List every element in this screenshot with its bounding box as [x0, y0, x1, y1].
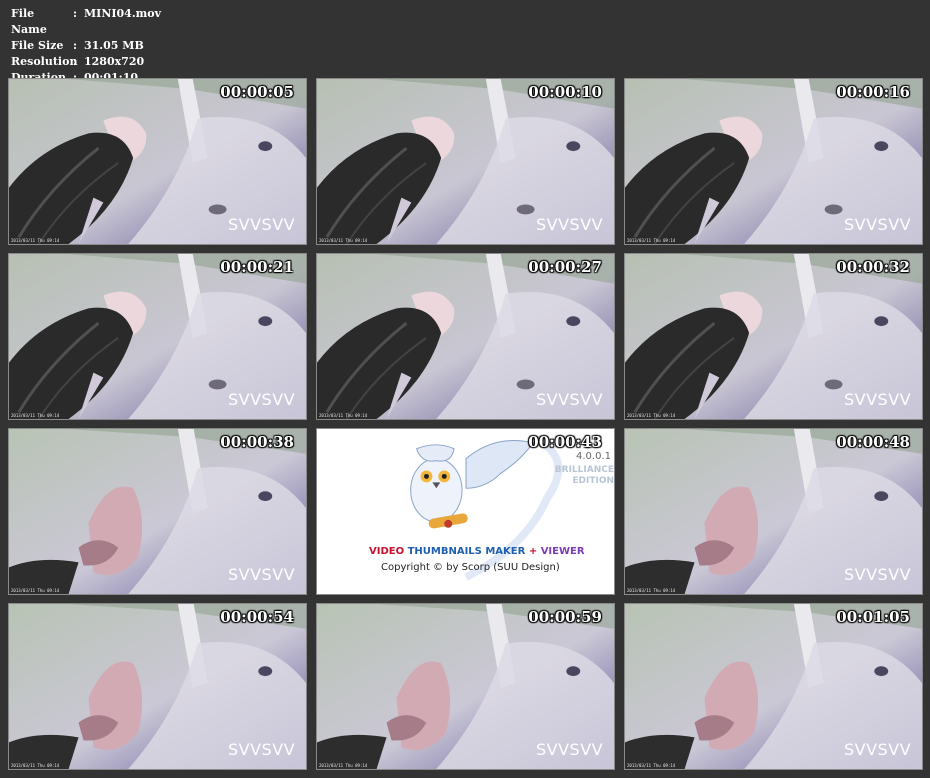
- file-size-label: File Size: [11, 39, 64, 52]
- timestamp-label: 00:00:48: [836, 433, 910, 451]
- watermark-text: SVVSVV: [536, 215, 604, 234]
- timestamp-label: 00:00:05: [220, 83, 294, 101]
- frame-date-stamp: 2013/03/11 Thu 09:14: [11, 763, 60, 768]
- separator: :: [73, 55, 78, 68]
- frame-date-stamp: 2013/03/11 Thu 09:14: [627, 588, 676, 593]
- separator: :: [73, 7, 78, 20]
- video-thumbnail: 00:00:16 SVVSVV 2013/03/11 Thu 09:14: [624, 78, 923, 245]
- watermark-text: SVVSVV: [228, 390, 296, 409]
- frame-date-stamp: 2013/03/11 Thu 09:14: [11, 413, 60, 418]
- resolution-row: Resolution : 1280x720: [11, 54, 161, 70]
- video-thumbnail: 00:00:21 SVVSVV 2013/03/11 Thu 09:14: [8, 253, 307, 420]
- copyright-text: Copyright © by Scorp (SUU Design): [381, 562, 560, 573]
- product-word-thumbnails-maker: THUMBNAILS MAKER: [407, 546, 526, 557]
- watermark-text: SVVSVV: [844, 390, 912, 409]
- frame-date-stamp: 2013/03/11 Thu 09:14: [627, 763, 676, 768]
- timestamp-label: 00:00:54: [220, 608, 294, 626]
- video-thumbnail: 00:00:38 SVVSVV 2013/03/11 Thu 09:14: [8, 428, 307, 595]
- video-thumbnail: 00:01:05 SVVSVV 2013/03/11 Thu 09:14: [624, 603, 923, 770]
- resolution-label: Resolution: [11, 55, 78, 68]
- product-plus: +: [528, 546, 538, 557]
- video-thumbnail: 00:00:59 SVVSVV 2013/03/11 Thu 09:14: [316, 603, 615, 770]
- timestamp-label: 00:01:05: [836, 608, 910, 626]
- watermark-text: SVVSVV: [228, 215, 296, 234]
- timestamp-label: 00:00:43: [528, 433, 602, 451]
- frame-date-stamp: 2013/03/11 Thu 09:14: [627, 238, 676, 243]
- frame-date-stamp: 2013/03/11 Thu 09:14: [319, 763, 368, 768]
- timestamp-label: 00:00:38: [220, 433, 294, 451]
- edition-line-1: BRILLIANCE: [554, 465, 614, 475]
- edition-label: BRILLIANCE EDITION: [544, 465, 614, 487]
- edition-line-2: EDITION: [572, 476, 614, 486]
- watermark-text: SVVSVV: [536, 390, 604, 409]
- video-thumbnail: 00:00:32 SVVSVV 2013/03/11 Thu 09:14: [624, 253, 923, 420]
- version-label: 4.0.0.1: [576, 451, 611, 462]
- frame-date-stamp: 2013/03/11 Thu 09:14: [11, 238, 60, 243]
- watermark-text: SVVSVV: [844, 215, 912, 234]
- timestamp-label: 00:00:16: [836, 83, 910, 101]
- product-name: VIDEO THUMBNAILS MAKER + VIEWER: [369, 546, 585, 557]
- file-size-value: 31.05 MB: [84, 39, 144, 52]
- frame-date-stamp: 2013/03/11 Thu 09:14: [319, 238, 368, 243]
- file-name-row: File Name : MINI04.mov: [11, 6, 161, 38]
- product-word-video: VIDEO: [369, 546, 405, 557]
- separator: :: [73, 39, 78, 52]
- file-size-row: File Size : 31.05 MB: [11, 38, 161, 54]
- watermark-text: SVVSVV: [228, 740, 296, 759]
- file-info-panel: File Name : MINI04.mov File Size : 31.05…: [11, 6, 161, 86]
- video-thumbnail: 00:00:10 SVVSVV 2013/03/11 Thu 09:14: [316, 78, 615, 245]
- resolution-value: 1280x720: [84, 55, 145, 68]
- timestamp-label: 00:00:10: [528, 83, 602, 101]
- video-thumbnail: 00:00:54 SVVSVV 2013/03/11 Thu 09:14: [8, 603, 307, 770]
- frame-date-stamp: 2013/03/11 Thu 09:14: [319, 413, 368, 418]
- frame-date-stamp: 2013/03/11 Thu 09:14: [627, 413, 676, 418]
- timestamp-label: 00:00:59: [528, 608, 602, 626]
- video-thumbnail: 00:00:27 SVVSVV 2013/03/11 Thu 09:14: [316, 253, 615, 420]
- watermark-text: SVVSVV: [228, 565, 296, 584]
- watermark-text: SVVSVV: [536, 740, 604, 759]
- frame-date-stamp: 2013/03/11 Thu 09:14: [11, 588, 60, 593]
- video-thumbnail: 00:00:43 4.0.0.1 BRILLIANCE EDITION VIDE…: [316, 428, 615, 595]
- timestamp-label: 00:00:27: [528, 258, 602, 276]
- watermark-text: SVVSVV: [844, 565, 912, 584]
- video-thumbnail: 00:00:05 SVVSVV 2013/03/11 Thu 09:14: [8, 78, 307, 245]
- timestamp-label: 00:00:32: [836, 258, 910, 276]
- file-name-label: File Name: [11, 7, 47, 36]
- video-thumbnail: 00:00:48 SVVSVV 2013/03/11 Thu 09:14: [624, 428, 923, 595]
- product-word-viewer: VIEWER: [540, 546, 585, 557]
- file-name-value: MINI04.mov: [84, 7, 162, 20]
- timestamp-label: 00:00:21: [220, 258, 294, 276]
- thumbnail-grid: 00:00:05 SVVSVV 2013/03/11 Thu 09:14 00:00…: [8, 78, 923, 770]
- watermark-text: SVVSVV: [844, 740, 912, 759]
